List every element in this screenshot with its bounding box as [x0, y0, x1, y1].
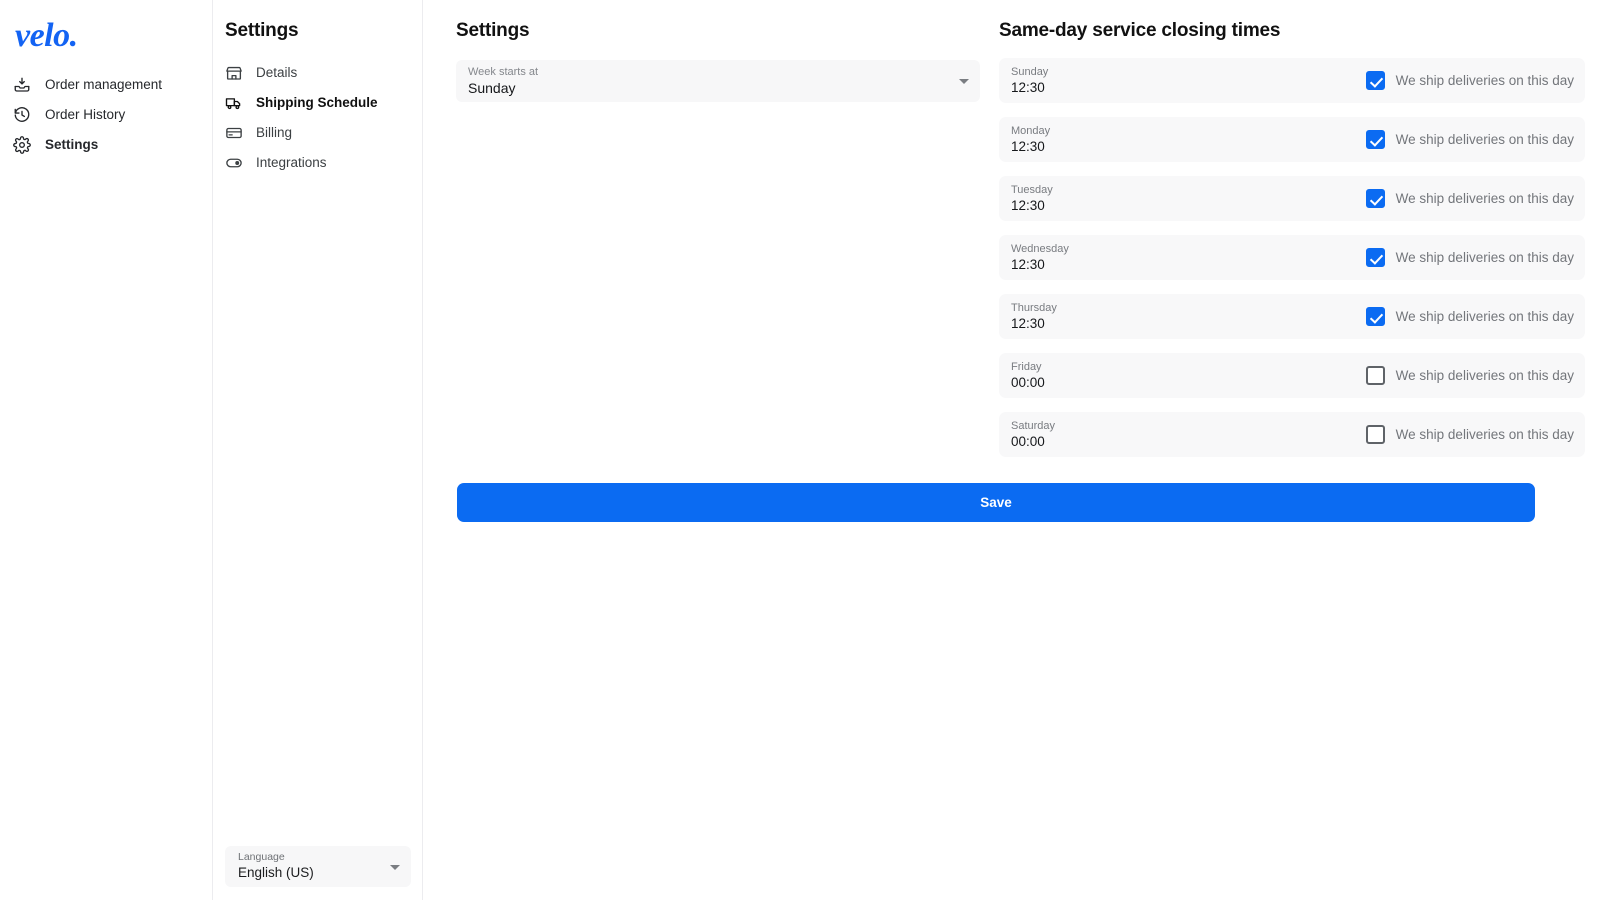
sidebar-item-label: Order management [45, 77, 163, 93]
closing-times-title: Same-day service closing times [999, 20, 1281, 41]
truck-icon [225, 94, 243, 112]
day-name: Saturday [1011, 420, 1056, 432]
day-name: Monday [1011, 125, 1051, 137]
sidebar-item-label: Order History [45, 107, 126, 123]
ship-checkbox[interactable] [1365, 425, 1385, 444]
ship-checkbox-label: We ship deliveries on this day [1395, 368, 1574, 383]
settings-subnav-title: Settings [225, 20, 299, 41]
credit-card-icon [225, 124, 243, 142]
day-info[interactable]: Wednesday 12:30 [1011, 242, 1311, 273]
day-name: Friday [1011, 361, 1042, 373]
ship-checkbox[interactable] [1365, 307, 1385, 326]
sidebar-item-order-history[interactable]: Order History [0, 100, 212, 130]
subnav-item-label: Billing [256, 125, 293, 141]
ship-toggle-group: We ship deliveries on this day [1365, 130, 1585, 149]
table-row: Wednesday 12:30 We ship deliveries on th… [999, 235, 1585, 280]
day-closing-time: 12:30 [1011, 139, 1045, 154]
day-info[interactable]: Thursday 12:30 [1011, 301, 1311, 332]
ship-checkbox-label: We ship deliveries on this day [1395, 250, 1574, 265]
ship-toggle-group: We ship deliveries on this day [1365, 189, 1585, 208]
ship-toggle-group: We ship deliveries on this day [1365, 307, 1585, 326]
sidebar-item-settings[interactable]: Settings [0, 130, 212, 160]
gear-icon [13, 136, 31, 154]
day-info[interactable]: Friday 00:00 [1011, 360, 1311, 391]
subnav-item-integrations[interactable]: Integrations [213, 148, 422, 178]
ship-checkbox-label: We ship deliveries on this day [1395, 73, 1574, 88]
ship-checkbox-label: We ship deliveries on this day [1395, 191, 1574, 206]
app-root: velo. Order management Order History Set… [0, 0, 1600, 900]
ship-toggle-group: We ship deliveries on this day [1365, 248, 1585, 267]
day-closing-time: 12:30 [1011, 198, 1045, 213]
clock-history-icon [13, 106, 31, 124]
subnav-item-label: Integrations [256, 155, 327, 171]
settings-subnav: Settings Details Shipping Schedule Billi… [213, 0, 423, 900]
day-closing-time: 12:30 [1011, 257, 1045, 272]
subnav-item-billing[interactable]: Billing [213, 118, 422, 148]
primary-sidebar: velo. Order management Order History Set… [0, 0, 213, 900]
ship-checkbox[interactable] [1365, 189, 1385, 208]
save-button[interactable]: Save [457, 483, 1535, 522]
inbox-download-icon [13, 76, 31, 94]
sidebar-item-order-management[interactable]: Order management [0, 70, 212, 100]
ship-toggle-group: We ship deliveries on this day [1365, 366, 1585, 385]
settings-main: Settings Week starts at Sunday [423, 0, 980, 900]
language-select-value: English (US) [238, 865, 314, 880]
primary-nav: Order management Order History Settings [0, 70, 212, 160]
ship-checkbox[interactable] [1365, 130, 1385, 149]
language-select[interactable]: Language English (US) [225, 846, 411, 887]
day-name: Tuesday [1011, 184, 1053, 196]
storefront-icon [225, 64, 243, 82]
ship-checkbox[interactable] [1365, 71, 1385, 90]
week-starts-at-select[interactable]: Week starts at Sunday [456, 60, 980, 102]
day-closing-time: 12:30 [1011, 316, 1045, 331]
day-closing-time: 12:30 [1011, 80, 1045, 95]
day-info[interactable]: Sunday 12:30 [1011, 65, 1311, 96]
ship-toggle-group: We ship deliveries on this day [1365, 71, 1585, 90]
table-row: Tuesday 12:30 We ship deliveries on this… [999, 176, 1585, 221]
table-row: Sunday 12:30 We ship deliveries on this … [999, 58, 1585, 103]
day-name: Wednesday [1011, 243, 1069, 255]
day-name: Thursday [1011, 302, 1057, 314]
page-title: Settings [456, 20, 530, 41]
table-row: Saturday 00:00 We ship deliveries on thi… [999, 412, 1585, 457]
closing-times-panel: Same-day service closing times Sunday 12… [980, 0, 1600, 900]
app-logo: velo. [15, 17, 78, 54]
day-info[interactable]: Tuesday 12:30 [1011, 183, 1311, 214]
toggle-icon [225, 154, 243, 172]
ship-checkbox-label: We ship deliveries on this day [1395, 427, 1574, 442]
language-select-caption: Language [238, 851, 285, 863]
ship-checkbox-label: We ship deliveries on this day [1395, 132, 1574, 147]
day-info[interactable]: Monday 12:30 [1011, 124, 1311, 155]
day-closing-time: 00:00 [1011, 434, 1045, 449]
table-row: Thursday 12:30 We ship deliveries on thi… [999, 294, 1585, 339]
week-starts-at-caption: Week starts at [468, 66, 539, 78]
chevron-down-icon [959, 79, 969, 84]
sidebar-item-label: Settings [45, 137, 99, 153]
day-closing-time: 00:00 [1011, 375, 1045, 390]
ship-checkbox-label: We ship deliveries on this day [1395, 309, 1574, 324]
ship-checkbox[interactable] [1365, 248, 1385, 267]
subnav-item-label: Details [256, 65, 298, 81]
subnav-item-shipping-schedule[interactable]: Shipping Schedule [213, 88, 422, 118]
subnav-item-details[interactable]: Details [213, 58, 422, 88]
table-row: Friday 00:00 We ship deliveries on this … [999, 353, 1585, 398]
table-row: Monday 12:30 We ship deliveries on this … [999, 117, 1585, 162]
ship-checkbox[interactable] [1365, 366, 1385, 385]
subnav-item-label: Shipping Schedule [256, 95, 378, 111]
chevron-down-icon [390, 864, 400, 870]
ship-toggle-group: We ship deliveries on this day [1365, 425, 1585, 444]
day-info[interactable]: Saturday 00:00 [1011, 419, 1311, 450]
week-starts-at-value: Sunday [468, 80, 516, 96]
day-name: Sunday [1011, 66, 1049, 78]
